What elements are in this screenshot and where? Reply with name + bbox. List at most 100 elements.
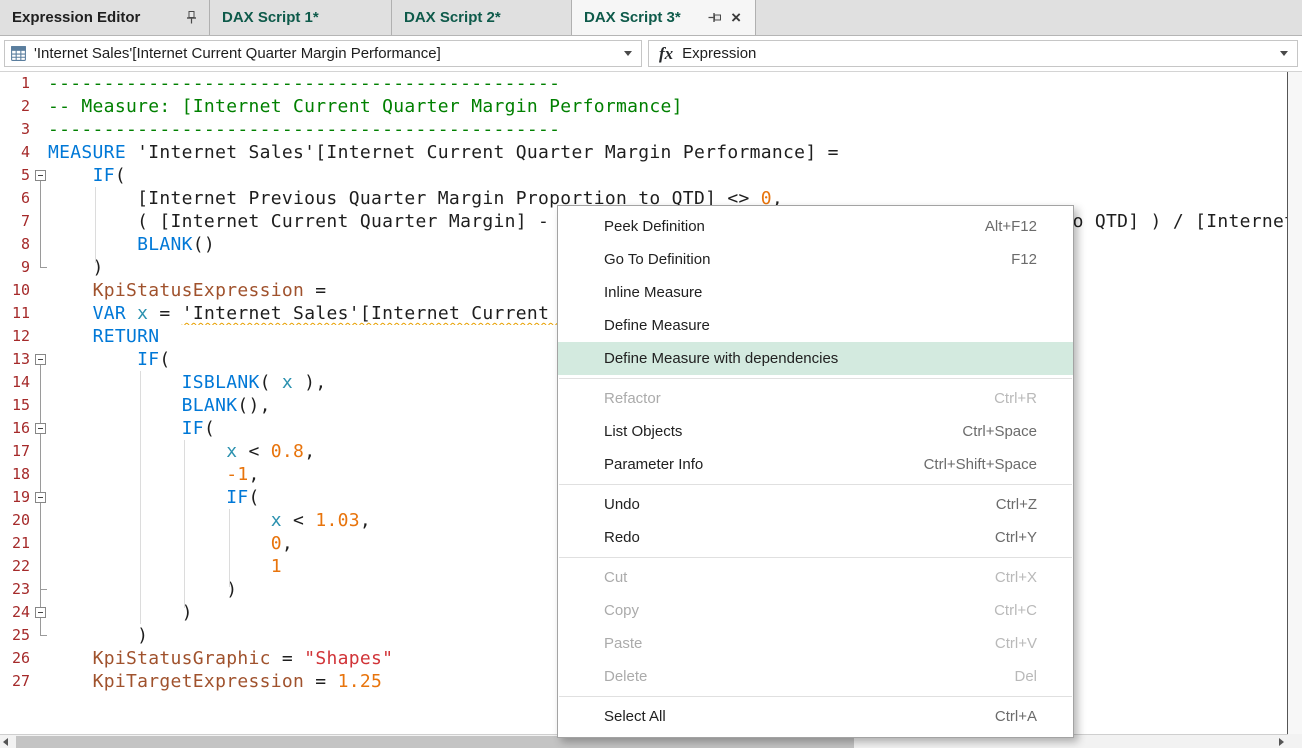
fold-gutter [34, 302, 48, 325]
fold-collapse-icon[interactable] [35, 170, 46, 181]
menu-item-peek-definition[interactable]: Peek DefinitionAlt+F12 [558, 210, 1073, 243]
property-selector-value: Expression [682, 45, 1280, 62]
menu-item-label: Undo [604, 496, 996, 513]
menu-item-label: Select All [604, 708, 995, 725]
menu-item-define-measure-with-dependencies[interactable]: Define Measure with dependencies [558, 342, 1073, 375]
tab-bar: Expression EditorDAX Script 1*DAX Script… [0, 0, 1302, 36]
line-number: 13 [0, 348, 34, 371]
menu-item-paste: PasteCtrl+V [558, 627, 1073, 660]
fold-gutter [34, 164, 48, 187]
menu-item-parameter-info[interactable]: Parameter InfoCtrl+Shift+Space [558, 448, 1073, 481]
property-selector-combo[interactable]: fx Expression [648, 40, 1298, 67]
menu-item-copy: CopyCtrl+C [558, 594, 1073, 627]
close-icon[interactable]: × [729, 9, 743, 26]
menu-item-label: Refactor [604, 390, 994, 407]
line-number: 19 [0, 486, 34, 509]
fold-gutter [34, 210, 48, 233]
code-line[interactable]: IF( [48, 164, 1287, 187]
menu-item-redo[interactable]: RedoCtrl+Y [558, 521, 1073, 554]
indent-guide [229, 509, 230, 587]
fold-gutter [34, 463, 48, 486]
menu-separator [559, 557, 1072, 558]
menu-item-define-measure[interactable]: Define Measure [558, 309, 1073, 342]
code-row: 5 IF( [0, 164, 1287, 187]
fold-collapse-icon[interactable] [35, 492, 46, 503]
dax-script-editor-window: Expression EditorDAX Script 1*DAX Script… [0, 0, 1302, 748]
fold-gutter [34, 187, 48, 210]
fold-gutter [34, 647, 48, 670]
line-number: 9 [0, 256, 34, 279]
line-number: 25 [0, 624, 34, 647]
line-number: 22 [0, 555, 34, 578]
menu-item-label: Inline Measure [604, 284, 1037, 301]
fold-gutter [34, 118, 48, 141]
fold-gutter [34, 624, 48, 647]
menu-item-inline-measure[interactable]: Inline Measure [558, 276, 1073, 309]
code-line[interactable]: ----------------------------------------… [48, 72, 1287, 95]
tab-expression-editor[interactable]: Expression Editor [0, 0, 210, 35]
indent-guide [95, 187, 96, 263]
fold-gutter [34, 532, 48, 555]
fold-gutter [34, 509, 48, 532]
menu-item-undo[interactable]: UndoCtrl+Z [558, 488, 1073, 521]
line-number: 6 [0, 187, 34, 210]
menu-item-label: Paste [604, 635, 995, 652]
menu-item-label: Peek Definition [604, 218, 985, 235]
vertical-scrollbar[interactable] [1288, 72, 1302, 734]
tab-label: Expression Editor [12, 9, 140, 26]
menu-item-label: Parameter Info [604, 456, 924, 473]
fold-collapse-icon[interactable] [35, 354, 46, 365]
menu-item-select-all[interactable]: Select AllCtrl+A [558, 700, 1073, 733]
menu-item-label: Delete [604, 668, 1014, 685]
fold-collapse-icon[interactable] [35, 607, 46, 618]
line-number: 8 [0, 233, 34, 256]
fold-gutter [34, 440, 48, 463]
line-number: 12 [0, 325, 34, 348]
code-row: 1---------------------------------------… [0, 72, 1287, 95]
menu-item-delete: DeleteDel [558, 660, 1073, 693]
fold-gutter [34, 601, 48, 624]
fold-gutter [34, 348, 48, 371]
menu-item-label: Copy [604, 602, 994, 619]
tab-dax-script-1[interactable]: DAX Script 1* [210, 0, 392, 35]
indent-guide [184, 440, 185, 608]
line-number: 20 [0, 509, 34, 532]
line-number: 10 [0, 279, 34, 302]
scroll-left-icon[interactable] [3, 738, 8, 746]
tab-dax-script-3[interactable]: DAX Script 3*× [572, 0, 756, 35]
fold-gutter [34, 555, 48, 578]
line-number: 24 [0, 601, 34, 624]
menu-item-go-to-definition[interactable]: Go To DefinitionF12 [558, 243, 1073, 276]
menu-item-list-objects[interactable]: List ObjectsCtrl+Space [558, 415, 1073, 448]
code-line[interactable]: -- Measure: [Internet Current Quarter Ma… [48, 95, 1287, 118]
object-selector-combo[interactable]: 'Internet Sales'[Internet Current Quarte… [4, 40, 642, 67]
line-number: 26 [0, 647, 34, 670]
line-number: 16 [0, 417, 34, 440]
line-number: 5 [0, 164, 34, 187]
line-number: 21 [0, 532, 34, 555]
chevron-down-icon[interactable] [624, 51, 632, 56]
line-number: 11 [0, 302, 34, 325]
tab-dax-script-2[interactable]: DAX Script 2* [392, 0, 572, 35]
line-number: 4 [0, 141, 34, 164]
menu-item-shortcut: Alt+F12 [985, 218, 1037, 235]
fold-gutter [34, 233, 48, 256]
code-row: 3---------------------------------------… [0, 118, 1287, 141]
code-line[interactable]: MEASURE 'Internet Sales'[Internet Curren… [48, 141, 1287, 164]
fold-gutter [34, 279, 48, 302]
line-number: 15 [0, 394, 34, 417]
menu-item-shortcut: Ctrl+X [995, 569, 1037, 586]
pin-icon[interactable] [186, 11, 197, 24]
menu-item-shortcut: Ctrl+Space [962, 423, 1037, 440]
chevron-down-icon[interactable] [1280, 51, 1288, 56]
fold-collapse-icon[interactable] [35, 423, 46, 434]
menu-item-label: Define Measure [604, 317, 1037, 334]
pin-icon[interactable] [708, 12, 721, 23]
measure-grid-icon [10, 45, 27, 62]
menu-item-shortcut: Ctrl+A [995, 708, 1037, 725]
fold-gutter [34, 670, 48, 693]
fold-gutter [34, 95, 48, 118]
menu-item-label: Redo [604, 529, 995, 546]
scroll-right-icon[interactable] [1279, 738, 1284, 746]
code-line[interactable]: ----------------------------------------… [48, 118, 1287, 141]
